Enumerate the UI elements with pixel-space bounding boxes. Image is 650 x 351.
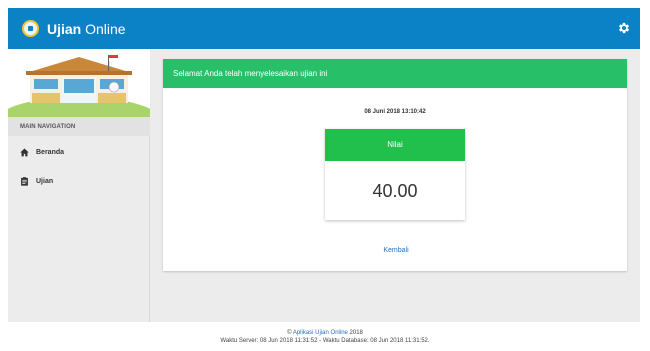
score-card: Nilai 40.00: [325, 129, 465, 220]
back-link[interactable]: Kembali: [371, 247, 421, 254]
home-icon: [20, 147, 29, 156]
success-alert: Selamat Anda telah menyelesaikan ujian i…: [163, 59, 627, 88]
brand[interactable]: Ujian Online: [8, 8, 150, 49]
gear-icon[interactable]: [617, 21, 631, 35]
sidebar-item-beranda[interactable]: Beranda: [8, 142, 150, 162]
clipboard-icon: [21, 176, 28, 186]
footer-copyright: © Aplikasi Ujian Online 2018: [287, 330, 363, 336]
sidebar-item-label: Beranda: [36, 148, 65, 156]
score-label: Nilai: [325, 129, 465, 161]
sidebar-item-ujian[interactable]: Ujian: [8, 171, 150, 191]
school-illustration: [8, 49, 150, 117]
brand-title: Ujian Online: [47, 20, 126, 37]
footer-app-link[interactable]: Aplikasi Ujian Online: [293, 330, 348, 336]
sidebar: MAIN NAVIGATION Beranda Ujian: [8, 49, 150, 322]
footer: © Aplikasi Ujian Online 2018 Waktu Serve…: [0, 322, 650, 351]
score-value: 40.00: [372, 181, 418, 201]
exam-datetime: 08 Juni 2018 13:10:42: [364, 109, 426, 115]
page: Ujian Online MAIN NAVIGATION Beranda Uji…: [0, 0, 650, 351]
logo-icon: [22, 20, 39, 37]
sidebar-item-label: Ujian: [36, 177, 54, 185]
footer-server-time: Waktu Server: 08 Jun 2018 11:31:52 - Wak…: [220, 338, 430, 344]
nav-header: MAIN NAVIGATION: [8, 117, 150, 136]
top-header: Ujian Online: [8, 8, 640, 49]
